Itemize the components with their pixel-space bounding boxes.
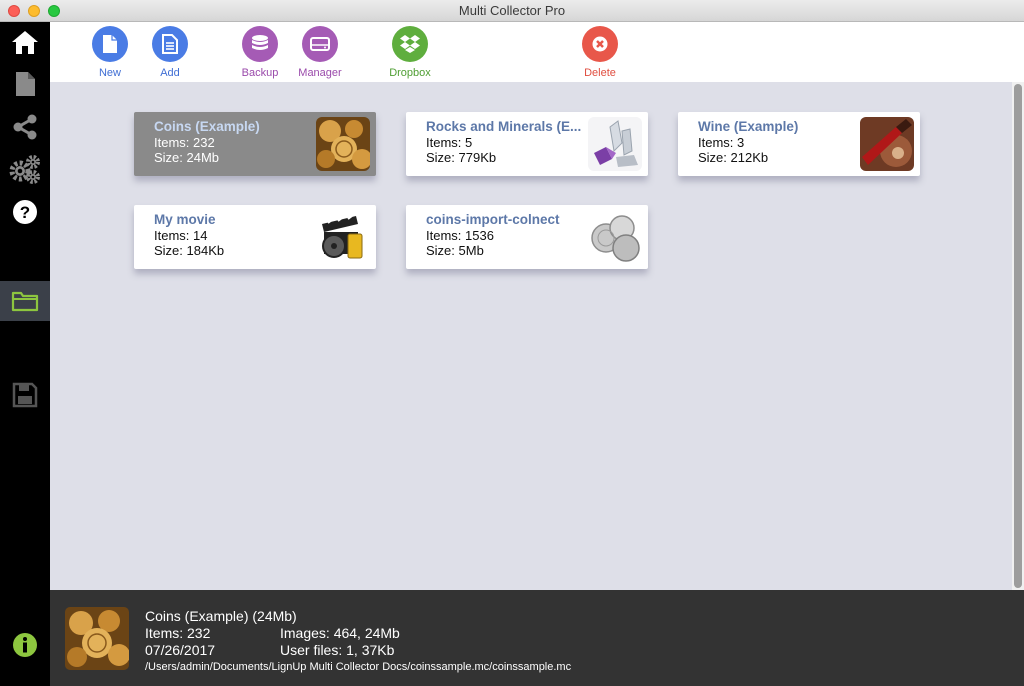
new-file-icon bbox=[92, 26, 128, 62]
title-bar: Multi Collector Pro bbox=[0, 0, 1024, 22]
collection-name: Rocks and Minerals (E... bbox=[426, 119, 582, 134]
manager-button[interactable]: Manager bbox=[290, 26, 350, 79]
new-label: New bbox=[98, 67, 121, 79]
zoom-window-button[interactable] bbox=[48, 5, 60, 17]
info-user-files: User files: 1, 37Kb bbox=[280, 642, 395, 658]
sidebar-item-settings[interactable] bbox=[0, 149, 50, 189]
share-icon bbox=[13, 114, 37, 140]
info-date: 07/26/2017 bbox=[145, 642, 216, 658]
save-icon bbox=[12, 382, 38, 408]
home-icon bbox=[12, 31, 38, 54]
collection-card-wine[interactable]: Wine (Example) Items: 3 Size: 212Kb bbox=[678, 112, 920, 176]
info-path: /Users/admin/Documents/LignUp Multi Coll… bbox=[145, 661, 572, 673]
collection-thumbnail bbox=[588, 117, 642, 171]
collection-thumbnail bbox=[316, 210, 370, 264]
collection-items: Items: 14 bbox=[154, 228, 208, 243]
window-title: Multi Collector Pro bbox=[458, 3, 566, 18]
collection-card-silver-coins[interactable]: coins-import-colnect Items: 1536 Size: 5… bbox=[406, 205, 648, 269]
collection-size: Size: 24Mb bbox=[154, 150, 220, 165]
backup-label: Backup bbox=[241, 67, 279, 79]
collections-area: Coins (Example) Items: 232 Size: 24Mb Ro… bbox=[50, 82, 1012, 590]
close-window-button[interactable] bbox=[8, 5, 20, 17]
folder-icon bbox=[11, 291, 39, 312]
collection-size: Size: 779Kb bbox=[426, 150, 497, 165]
sidebar-item-info[interactable] bbox=[0, 625, 50, 665]
sidebar: ? bbox=[0, 22, 50, 686]
info-panel: Coins (Example) (24Mb) Items: 232 Images… bbox=[50, 590, 1024, 686]
backup-button[interactable]: Backup bbox=[230, 26, 290, 79]
dropbox-button[interactable]: Dropbox bbox=[380, 26, 440, 79]
collection-size: Size: 184Kb bbox=[154, 243, 225, 258]
gears-icon bbox=[9, 155, 40, 184]
scrollbar-thumb[interactable] bbox=[1014, 84, 1022, 588]
collection-name: Coins (Example) bbox=[154, 119, 260, 134]
collection-card-coins[interactable]: Coins (Example) Items: 232 Size: 24Mb bbox=[134, 112, 376, 176]
database-icon bbox=[242, 26, 278, 62]
add-document-icon bbox=[152, 26, 188, 62]
dropbox-icon bbox=[392, 26, 428, 62]
vertical-scrollbar[interactable] bbox=[1012, 82, 1024, 590]
collection-name: Wine (Example) bbox=[698, 119, 799, 134]
delete-icon bbox=[582, 26, 618, 62]
collection-size: Size: 5Mb bbox=[426, 243, 484, 258]
collection-name: My movie bbox=[154, 212, 216, 227]
drive-icon bbox=[302, 26, 338, 62]
collection-items: Items: 3 bbox=[698, 135, 745, 150]
sidebar-item-folder[interactable] bbox=[0, 281, 50, 321]
collection-size: Size: 212Kb bbox=[698, 150, 769, 165]
sidebar-item-document[interactable] bbox=[0, 64, 50, 104]
sidebar-item-share[interactable] bbox=[0, 107, 50, 147]
collection-card-minerals[interactable]: Rocks and Minerals (E... Items: 5 Size: … bbox=[406, 112, 648, 176]
collection-card-movie[interactable]: My movie Items: 14 Size: 184Kb bbox=[134, 205, 376, 269]
info-items: Items: 232 bbox=[145, 625, 211, 641]
sidebar-item-help[interactable]: ? bbox=[0, 192, 50, 232]
help-icon: ? bbox=[13, 200, 37, 224]
collection-name: coins-import-colnect bbox=[426, 212, 560, 227]
toolbar: New Add Backup Manager Dropbox Delete bbox=[50, 22, 1024, 82]
add-label: Add bbox=[160, 67, 180, 79]
sidebar-item-home[interactable] bbox=[0, 22, 50, 62]
new-button[interactable]: New bbox=[80, 26, 140, 79]
collection-thumbnail bbox=[316, 117, 370, 171]
minimize-window-button[interactable] bbox=[28, 5, 40, 17]
delete-button[interactable]: Delete bbox=[570, 26, 630, 79]
collection-items: Items: 1536 bbox=[426, 228, 494, 243]
svg-text:?: ? bbox=[20, 203, 30, 222]
collection-items: Items: 5 bbox=[426, 135, 473, 150]
collection-items: Items: 232 bbox=[154, 135, 215, 150]
info-images: Images: 464, 24Mb bbox=[280, 625, 400, 641]
delete-label: Delete bbox=[584, 67, 616, 79]
manager-label: Manager bbox=[298, 67, 342, 79]
selected-collection-thumbnail bbox=[65, 607, 129, 670]
document-icon bbox=[16, 72, 35, 96]
collection-thumbnail bbox=[588, 210, 642, 264]
sidebar-item-save[interactable] bbox=[0, 375, 50, 415]
add-button[interactable]: Add bbox=[140, 26, 200, 79]
dropbox-label: Dropbox bbox=[389, 67, 431, 79]
info-icon bbox=[13, 633, 37, 657]
info-title: Coins (Example) (24Mb) bbox=[145, 608, 297, 624]
collection-thumbnail bbox=[860, 117, 914, 171]
